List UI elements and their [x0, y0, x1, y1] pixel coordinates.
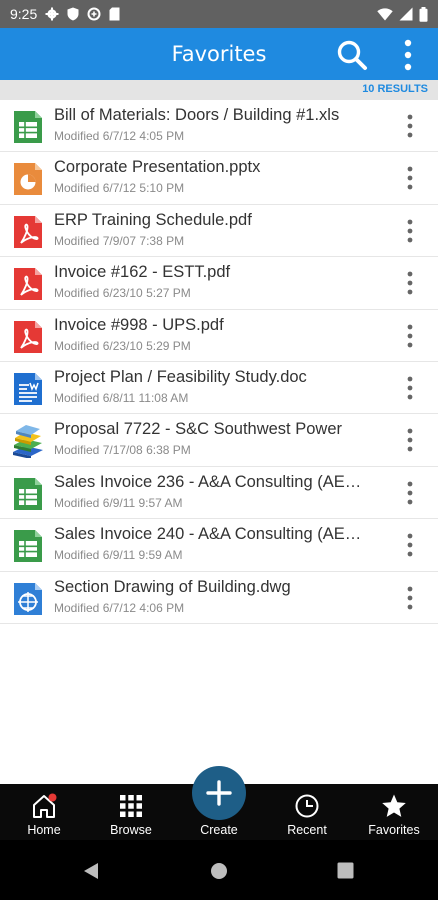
- nav-favorites-label: Favorites: [368, 823, 420, 837]
- more-vertical-icon: [407, 586, 413, 609]
- file-menu-button[interactable]: [400, 323, 420, 349]
- file-name: Proposal 7722 - S&C Southwest Power: [54, 420, 342, 439]
- document-icon: [12, 372, 44, 406]
- battery-icon: [419, 6, 428, 22]
- nav-browse-label: Browse: [110, 823, 152, 837]
- file-modified: Modified 6/23/10 5:29 PM: [54, 338, 191, 353]
- list-item[interactable]: Proposal 7722 - S&C Southwest Power Modi…: [0, 414, 438, 467]
- home-icon: [33, 793, 57, 818]
- search-button[interactable]: [334, 37, 370, 73]
- app-bar: Favorites: [0, 28, 438, 80]
- list-item[interactable]: Project Plan / Feasibility Study.doc Mod…: [0, 362, 438, 415]
- back-icon[interactable]: [82, 862, 100, 880]
- spreadsheet-icon: [12, 110, 44, 144]
- nav-home[interactable]: Home: [4, 784, 84, 840]
- results-count: 10 RESULTS: [362, 83, 428, 95]
- more-vertical-icon: [407, 219, 413, 243]
- file-name: Sales Invoice 240 - A&A Consulting (AE…: [54, 525, 362, 544]
- more-vertical-icon: [407, 533, 413, 557]
- file-modified: Modified 6/7/12 5:10 PM: [54, 181, 185, 196]
- search-icon: [337, 40, 367, 70]
- sd-card-icon: [109, 7, 120, 21]
- file-name: Invoice #998 - UPS.pdf: [54, 315, 224, 334]
- more-vertical-icon: [407, 166, 413, 190]
- settings-gear-icon: [45, 7, 59, 21]
- file-menu-button[interactable]: [400, 270, 420, 296]
- file-name: Section Drawing of Building.dwg: [54, 577, 291, 596]
- home-circle-icon[interactable]: [210, 862, 228, 880]
- file-list: Bill of Materials: Doors / Building #1.x…: [0, 100, 438, 624]
- file-menu-button[interactable]: [400, 375, 420, 401]
- file-menu-button[interactable]: [400, 113, 420, 139]
- page-title: Favorites: [171, 42, 267, 66]
- more-vertical-icon: [407, 481, 413, 505]
- create-button[interactable]: [192, 766, 246, 820]
- more-vertical-icon: [407, 324, 413, 347]
- file-modified: Modified 6/8/11 11:08 AM: [54, 390, 189, 405]
- plus-icon: [206, 780, 232, 806]
- list-item[interactable]: Invoice #998 - UPS.pdf Modified 6/23/10 …: [0, 310, 438, 362]
- file-name: Sales Invoice 236 - A&A Consulting (AE…: [54, 472, 362, 491]
- file-menu-button[interactable]: [400, 427, 420, 453]
- status-time: 9:25: [10, 6, 38, 22]
- file-modified: Modified 6/9/11 9:59 AM: [54, 548, 183, 563]
- file-menu-button[interactable]: [400, 480, 420, 506]
- spreadsheet-icon: [12, 529, 44, 563]
- more-vertical-icon: [407, 428, 413, 452]
- pdf-icon: [12, 215, 44, 249]
- nav-favorites[interactable]: Favorites: [354, 784, 434, 840]
- nav-create-label: Create: [200, 823, 238, 837]
- pdf-icon: [12, 267, 44, 301]
- list-item[interactable]: Sales Invoice 240 - A&A Consulting (AE… …: [0, 519, 438, 572]
- star-icon: [382, 794, 406, 817]
- more-vertical-icon: [404, 39, 412, 71]
- nav-home-label: Home: [27, 823, 61, 837]
- list-item[interactable]: Section Drawing of Building.dwg Modified…: [0, 572, 438, 624]
- list-item[interactable]: Sales Invoice 236 - A&A Consulting (AE… …: [0, 467, 438, 520]
- file-name: Bill of Materials: Doors / Building #1.x…: [54, 106, 340, 124]
- file-modified: Modified 7/9/07 7:38 PM: [54, 233, 185, 248]
- pdf-icon: [12, 320, 44, 354]
- system-nav-bar: [0, 840, 438, 900]
- nav-recent[interactable]: Recent: [267, 784, 347, 840]
- signal-icon: [399, 7, 413, 21]
- nav-recent-label: Recent: [287, 823, 327, 837]
- file-name: Project Plan / Feasibility Study.doc: [54, 367, 307, 386]
- more-vertical-icon: [407, 376, 413, 400]
- presentation-icon: [12, 162, 44, 196]
- books-icon: [12, 424, 44, 459]
- file-menu-button[interactable]: [400, 585, 420, 611]
- clock-icon: [295, 794, 319, 818]
- file-name: ERP Training Schedule.pdf: [54, 210, 252, 229]
- list-item[interactable]: Invoice #162 - ESTT.pdf Modified 6/23/10…: [0, 257, 438, 310]
- spreadsheet-icon: [12, 477, 44, 511]
- list-item[interactable]: Corporate Presentation.pptx Modified 6/7…: [0, 152, 438, 205]
- file-modified: Modified 6/9/11 9:57 AM: [54, 495, 183, 510]
- file-menu-button[interactable]: [400, 165, 420, 191]
- file-menu-button[interactable]: [400, 532, 420, 558]
- file-name: Corporate Presentation.pptx: [54, 158, 261, 177]
- list-item[interactable]: Bill of Materials: Doors / Building #1.x…: [0, 100, 438, 153]
- nav-browse[interactable]: Browse: [91, 784, 171, 840]
- list-item[interactable]: ERP Training Schedule.pdf Modified 7/9/0…: [0, 205, 438, 258]
- status-bar: 9:25: [0, 0, 438, 28]
- file-menu-button[interactable]: [400, 218, 420, 244]
- more-vertical-icon: [407, 114, 413, 138]
- overview-square-icon[interactable]: [337, 862, 354, 879]
- more-vertical-icon: [407, 271, 413, 295]
- overflow-menu-button[interactable]: [396, 37, 420, 73]
- file-name: Invoice #162 - ESTT.pdf: [54, 263, 231, 282]
- wifi-icon: [377, 7, 393, 20]
- grid-icon: [120, 795, 142, 817]
- file-modified: Modified 7/17/08 6:38 PM: [54, 443, 191, 458]
- shield-icon: [67, 7, 79, 21]
- drawing-icon: [12, 582, 44, 616]
- results-bar: 10 RESULTS: [0, 80, 438, 100]
- file-modified: Modified 6/7/12 4:05 PM: [54, 129, 185, 143]
- data-saver-icon: [87, 7, 101, 21]
- file-modified: Modified 6/7/12 4:06 PM: [54, 600, 185, 615]
- file-modified: Modified 6/23/10 5:27 PM: [54, 286, 191, 301]
